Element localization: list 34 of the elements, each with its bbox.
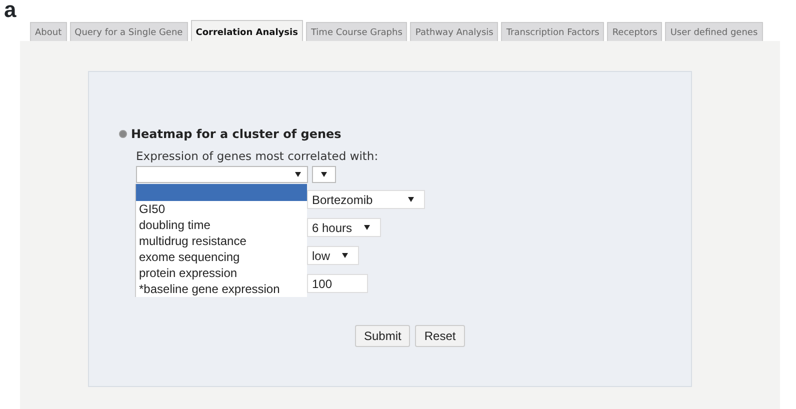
tab[interactable]: About — [30, 22, 67, 41]
dropdown-option[interactable]: doubling time — [136, 217, 307, 233]
tab[interactable]: Pathway Analysis — [410, 22, 498, 41]
caret-icon — [342, 253, 348, 258]
select-field[interactable] — [136, 166, 308, 184]
tab[interactable]: Correlation Analysis — [190, 20, 303, 41]
figure-label: a — [4, 0, 16, 22]
caret-icon — [408, 197, 414, 202]
select-value: 6 hours — [312, 220, 352, 235]
dropdown-option[interactable]: *baseline gene expression — [136, 281, 307, 297]
field-label: Expression of genes most correlated with: — [136, 148, 380, 165]
select-field[interactable] — [312, 166, 336, 184]
tab[interactable]: Receptors — [607, 22, 662, 41]
tab[interactable]: Transcription Factors — [501, 22, 604, 41]
tab[interactable]: Query for a Single Gene — [70, 22, 188, 41]
select-field[interactable]: Bortezomib — [307, 190, 425, 210]
caret-icon — [295, 172, 301, 178]
form-button[interactable]: Reset — [415, 325, 465, 348]
caret-icon — [321, 172, 327, 178]
dropdown-option[interactable]: exome sequencing — [136, 249, 307, 265]
caret-icon — [364, 225, 370, 230]
option-label: Heatmap for a cluster of genes — [131, 126, 342, 143]
tab[interactable]: Time Course Graphs — [306, 22, 408, 41]
select-value: Bortezomib — [312, 192, 373, 207]
form-button[interactable]: Submit — [355, 325, 410, 348]
select-field[interactable]: low — [307, 246, 360, 266]
select-field[interactable]: 6 hours — [307, 218, 382, 238]
input-field[interactable]: 100 — [307, 274, 368, 294]
dropdown-option[interactable]: GI50 — [136, 201, 307, 217]
radio-button[interactable] — [119, 130, 127, 138]
dropdown-option[interactable]: multidrug resistance — [136, 233, 307, 249]
dropdown-option[interactable]: protein expression — [136, 265, 307, 281]
select-value: low — [312, 248, 330, 263]
tab[interactable]: User defined genes — [665, 22, 763, 41]
